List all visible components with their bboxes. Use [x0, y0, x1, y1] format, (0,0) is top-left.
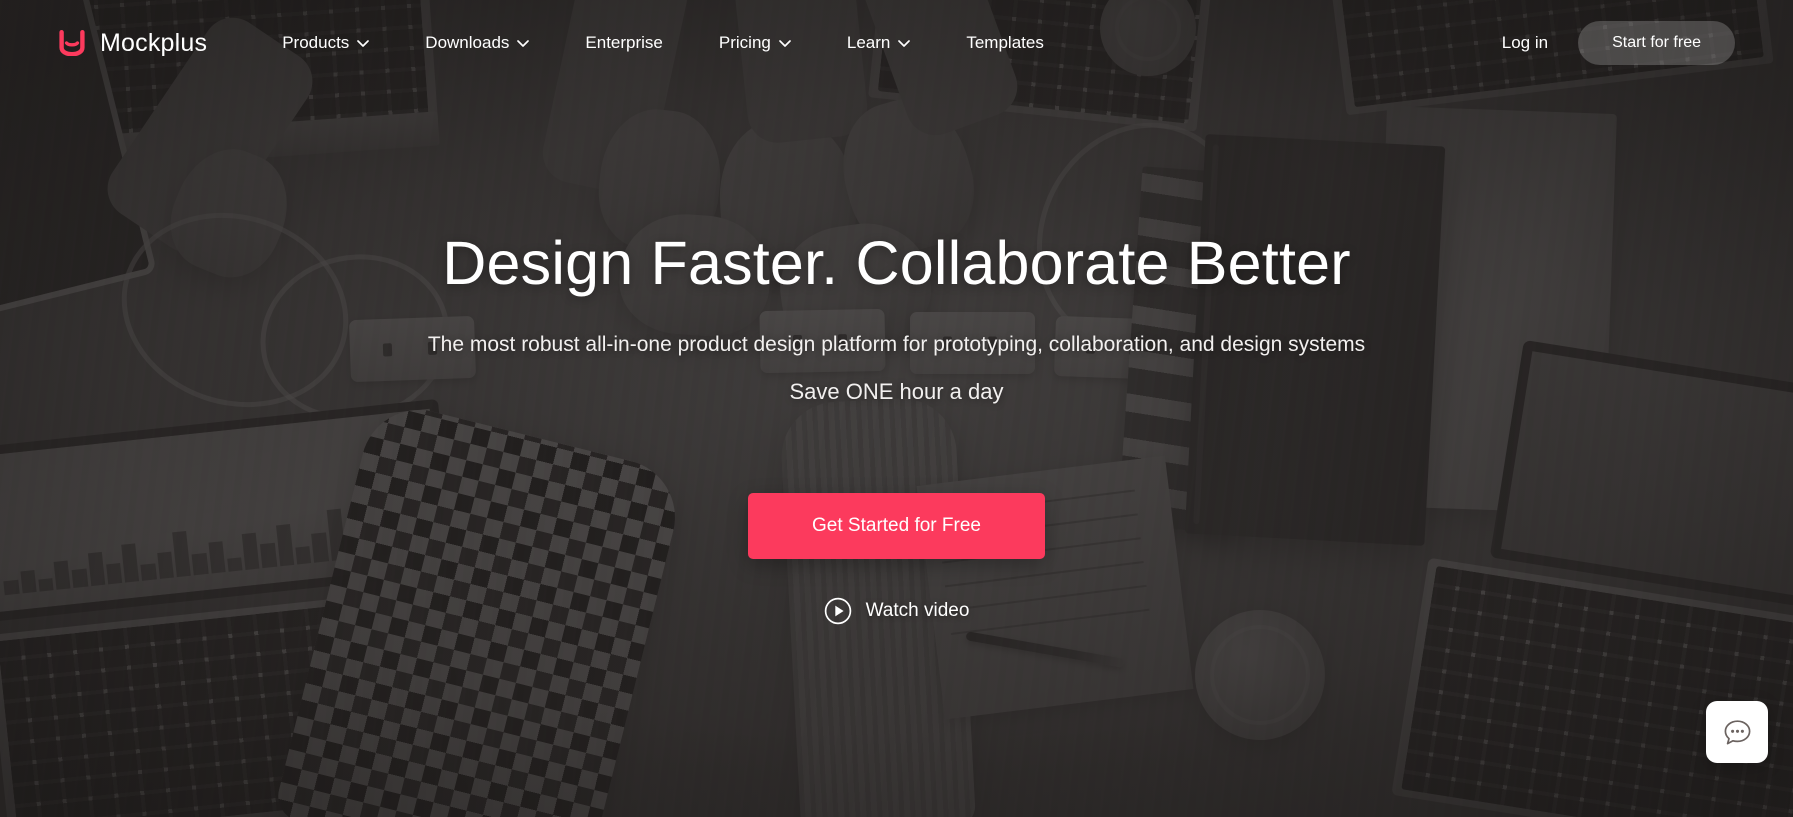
nav-item-label: Enterprise — [585, 33, 663, 52]
brand-name: Mockplus — [100, 28, 208, 57]
chat-widget-button[interactable] — [1706, 701, 1768, 763]
mockplus-m-logo-icon — [59, 30, 85, 56]
chevron-down-icon — [779, 39, 791, 47]
nav-item-pricing[interactable]: Pricing — [692, 23, 818, 63]
nav-item-label: Pricing — [718, 33, 771, 52]
nav-item-label: Products — [282, 33, 350, 52]
hero-content: Design Faster. Collaborate Better The mo… — [0, 228, 1793, 625]
nav-item-downloads[interactable]: Downloads — [398, 23, 556, 63]
nav-actions: Log in Start for free — [1502, 21, 1735, 65]
chevron-down-icon — [898, 39, 911, 47]
hero-subtitle: The most robust all-in-one product desig… — [427, 333, 1366, 357]
nav-item-learn[interactable]: Learn — [820, 23, 937, 63]
nav-item-label: Templates — [966, 33, 1044, 52]
login-link[interactable]: Log in — [1502, 33, 1548, 53]
primary-nav-links: Products Downloads Enterprise Pricing Le… — [255, 23, 1071, 63]
nav-item-enterprise[interactable]: Enterprise — [558, 23, 689, 63]
watch-video-label: Watch video — [865, 600, 970, 622]
start-for-free-button[interactable]: Start for free — [1578, 21, 1735, 65]
chevron-down-icon — [357, 39, 370, 47]
watch-video-link[interactable]: Watch video — [40, 597, 1753, 625]
nav-item-label: Learn — [846, 33, 891, 52]
nav-item-label: Downloads — [425, 33, 510, 52]
hero-section: Mockplus Products Downloads Enterprise P… — [0, 0, 1793, 817]
chat-bubble-icon — [1724, 719, 1750, 744]
chevron-down-icon — [517, 39, 530, 47]
hero-tagline: Save ONE hour a day — [789, 379, 1004, 405]
play-circle-icon — [824, 597, 851, 625]
brand-logo-link[interactable]: Mockplus — [58, 29, 207, 58]
nav-item-templates[interactable]: Templates — [939, 23, 1070, 63]
hero-title: Design Faster. Collaborate Better — [442, 229, 1351, 297]
nav-item-products[interactable]: Products — [255, 23, 396, 63]
get-started-for-free-button[interactable]: Get Started for Free — [748, 493, 1045, 560]
main-navigation-bar: Mockplus Products Downloads Enterprise P… — [0, 0, 1793, 86]
